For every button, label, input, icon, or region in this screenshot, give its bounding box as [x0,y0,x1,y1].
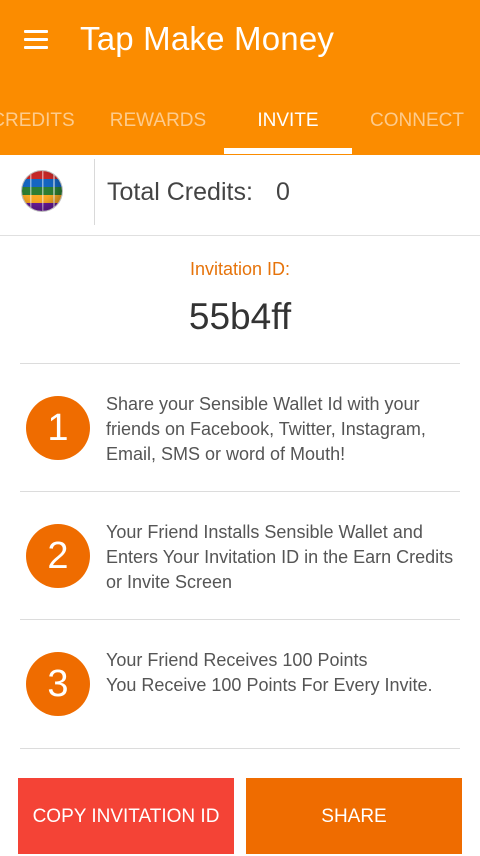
total-credits-label: Total Credits: [107,178,253,206]
share-button[interactable]: SHARE [246,778,462,854]
invitation-id-label: Invitation ID: [189,259,291,279]
step-3-text: Your Friend Receives 100 Points You Rece… [106,650,433,695]
step-3-number-badge: 3 [26,652,90,716]
step-1-number-badge: 1 [26,396,90,460]
active-tab-indicator [224,148,352,154]
credits-row: Total Credits: 0 [0,155,480,236]
tab-bar: CREDITS REWARDS INVITE CONNECT [0,96,480,155]
divider [94,159,95,225]
step-2-text: Your Friend Installs Sensible Wallet and… [106,522,454,592]
divider [20,491,460,492]
tab-invite[interactable]: INVITE [224,96,352,155]
app-title: Tap Make Money [80,20,335,57]
tab-connect[interactable]: CONNECT [364,96,470,155]
tab-credits[interactable]: CREDITS [0,96,76,155]
step-1-text: Share your Sensible Wallet Id with your … [106,394,426,464]
step-2-number-badge: 2 [26,524,90,588]
tab-rewards[interactable]: REWARDS [98,96,218,155]
divider [20,619,460,620]
globe-flags-icon [22,171,62,211]
copy-invitation-id-button[interactable]: COPY INVITATION ID [18,778,234,854]
divider [20,363,460,364]
total-credits-value: 0 [276,178,290,206]
hamburger-menu-icon[interactable] [24,30,50,52]
app-bar: Tap Make Money CREDITS REWARDS INVITE CO… [0,0,480,155]
invitation-id-value: 55b4ff [188,296,292,337]
divider [20,748,460,749]
